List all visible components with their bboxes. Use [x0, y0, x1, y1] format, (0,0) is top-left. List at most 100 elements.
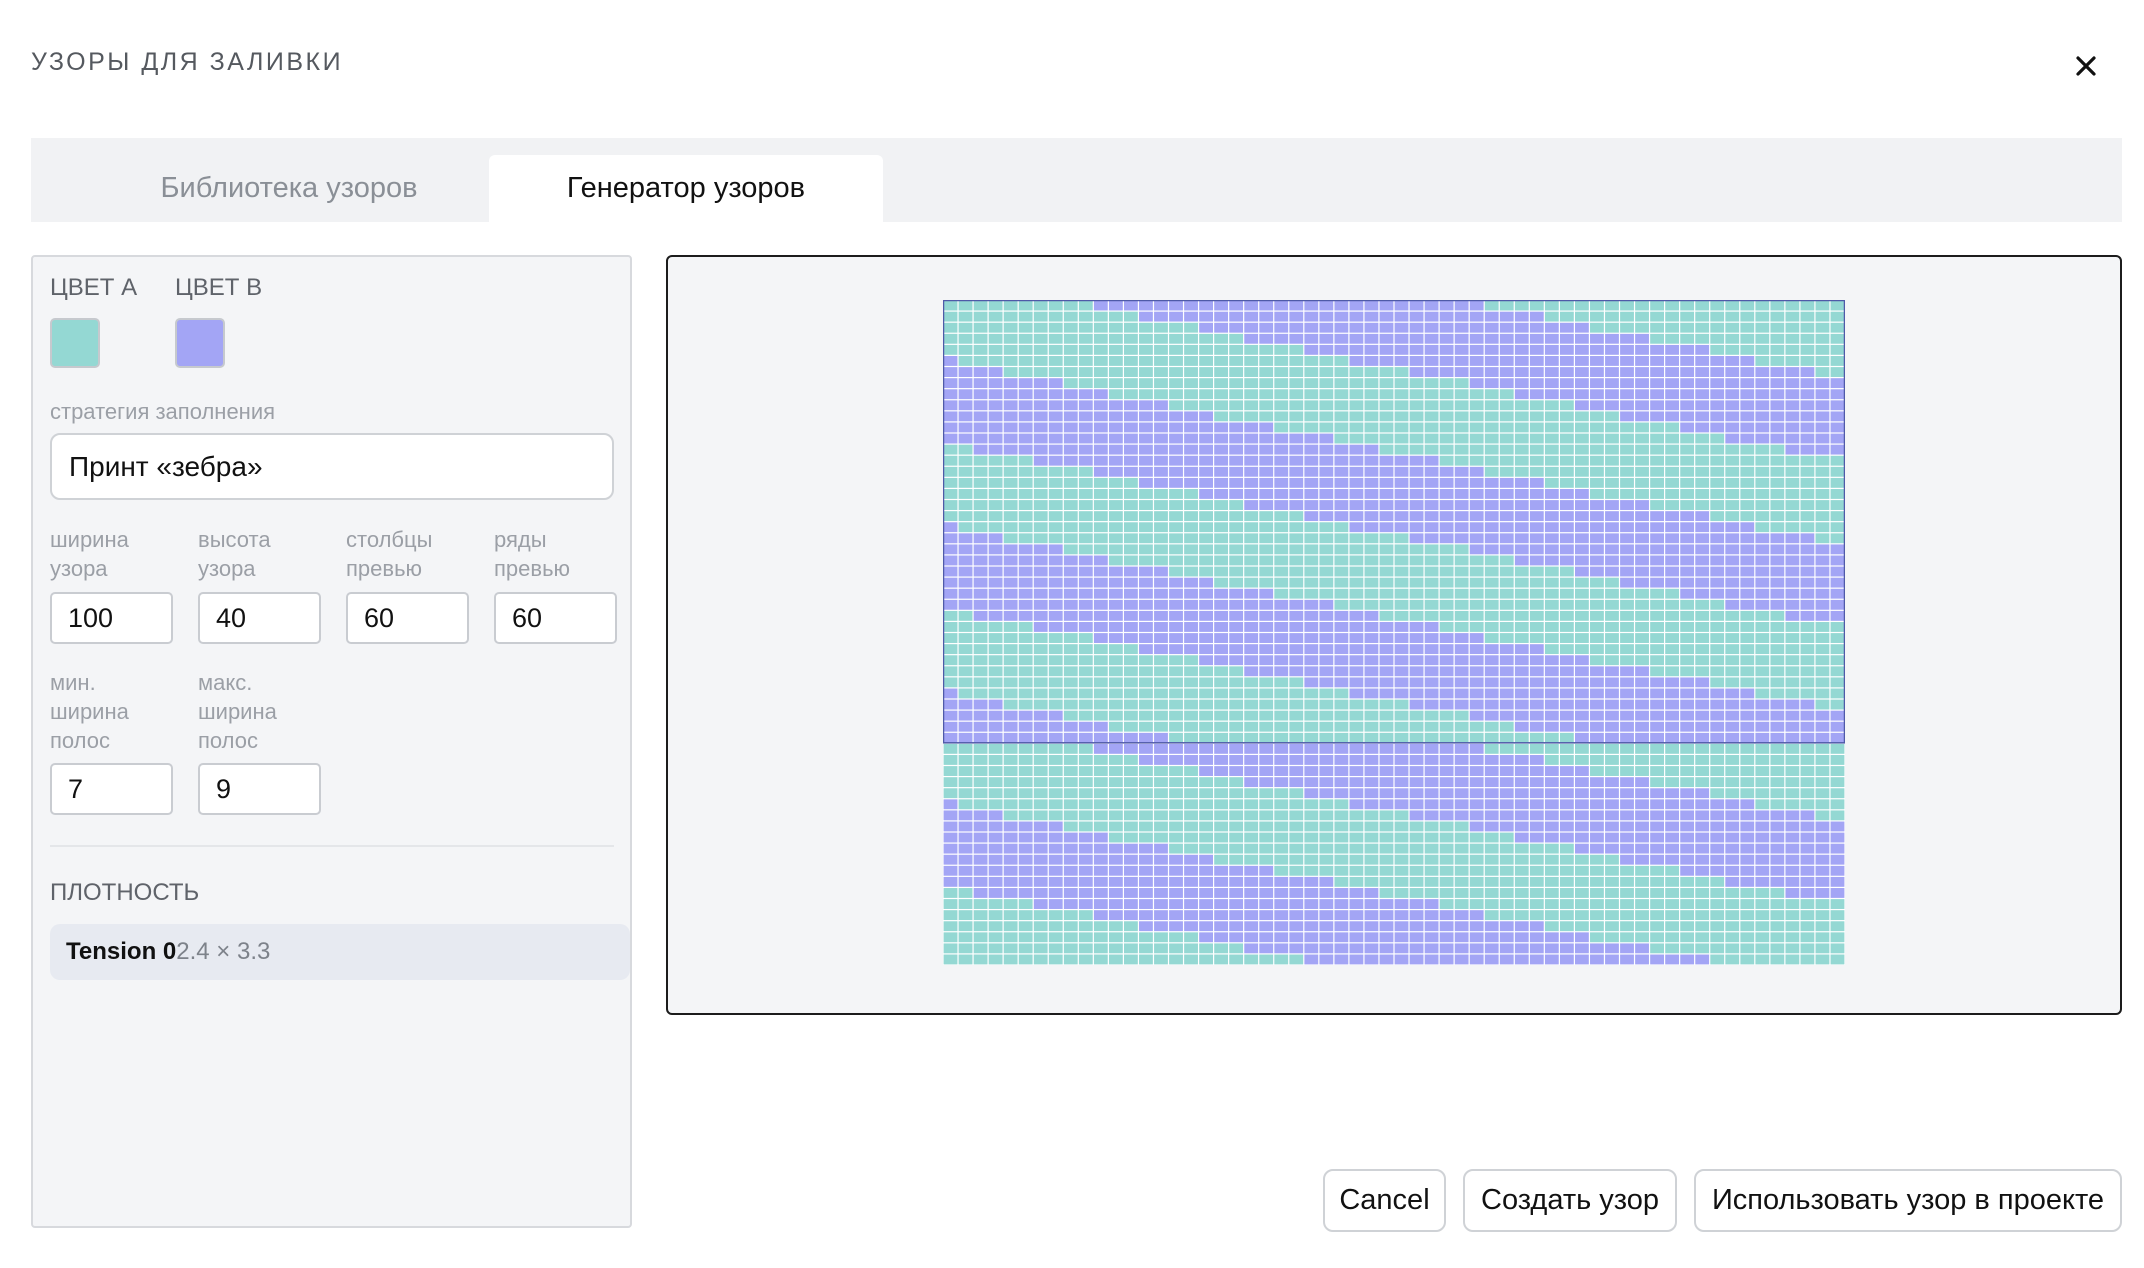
pattern-cell [1349, 356, 1364, 366]
pattern-cell [1364, 544, 1379, 555]
pattern-cell [1349, 810, 1364, 821]
pattern-cell [1154, 943, 1168, 954]
pattern-cell [1093, 444, 1108, 455]
pattern-cell [1048, 344, 1063, 355]
pattern-cell [1650, 777, 1664, 788]
pattern-cell [1650, 843, 1664, 854]
pattern-cell [1108, 788, 1123, 799]
create-pattern-button[interactable]: Создать узор [1463, 1169, 1677, 1232]
pattern-cell [1680, 699, 1695, 710]
pattern-cell [1830, 655, 1845, 666]
pattern-cell [1244, 511, 1259, 522]
pattern-cell [1199, 677, 1213, 688]
cancel-button[interactable]: Cancel [1323, 1169, 1446, 1232]
pattern-cell [1635, 389, 1649, 400]
pattern-cell [988, 500, 1003, 510]
pattern-cell [1124, 389, 1138, 400]
pattern-width-input[interactable]: 100 [50, 592, 173, 644]
pattern-cell [1590, 954, 1604, 965]
pattern-cell [1469, 455, 1484, 466]
pattern-cell [1349, 788, 1364, 799]
pattern-cell [1289, 533, 1304, 544]
pattern-cell [1785, 400, 1800, 411]
color-a-swatch[interactable] [50, 318, 100, 368]
pattern-cell [1635, 876, 1649, 887]
pattern-cell [1725, 721, 1740, 732]
pattern-cell [1108, 876, 1123, 887]
pattern-cell [1364, 688, 1379, 699]
preview-columns-input[interactable]: 60 [346, 592, 469, 644]
pattern-height-input[interactable]: 40 [198, 592, 321, 644]
use-pattern-in-project-button[interactable]: Использовать узор в проекте [1694, 1169, 2122, 1232]
pattern-cell [1199, 788, 1213, 799]
pattern-cell [1785, 888, 1800, 898]
preview-rows-input[interactable]: 60 [494, 592, 617, 644]
pattern-cell [1575, 899, 1589, 909]
pattern-cell [1409, 622, 1424, 632]
pattern-cell [1439, 865, 1454, 876]
pattern-cell [1274, 710, 1289, 721]
pattern-cell [1394, 699, 1409, 710]
pattern-cell [958, 633, 973, 643]
pattern-cell [1018, 677, 1033, 688]
pattern-cell [1815, 522, 1830, 533]
pattern-cell [1319, 755, 1334, 765]
pattern-cell [958, 921, 973, 932]
pattern-cell [1755, 378, 1770, 389]
pattern-cell [1379, 500, 1394, 510]
pattern-cell [1529, 743, 1544, 754]
pattern-cell [1454, 544, 1469, 555]
pattern-cell [1394, 433, 1409, 444]
pattern-cell [1093, 921, 1108, 932]
color-b-swatch[interactable] [175, 318, 225, 368]
pattern-cell [1590, 500, 1604, 510]
pattern-cell [1590, 932, 1604, 943]
min-stripe-width-input[interactable]: 7 [50, 763, 173, 815]
pattern-cell [1154, 865, 1168, 876]
pattern-cell [1514, 566, 1529, 577]
pattern-cell [1394, 799, 1409, 810]
pattern-cell [1740, 876, 1755, 887]
tab-pattern-library[interactable]: Библиотека узоров [67, 155, 511, 222]
pattern-cell [1154, 544, 1168, 555]
pattern-cell [1003, 466, 1018, 477]
pattern-cell [1785, 932, 1800, 943]
pattern-cell [1078, 954, 1093, 965]
pattern-cell [1304, 677, 1319, 688]
pattern-cell [1484, 511, 1499, 522]
pattern-cell [1499, 466, 1514, 477]
pattern-cell [1755, 477, 1770, 488]
pattern-cell [1800, 466, 1815, 477]
pattern-cell [1078, 932, 1093, 943]
pattern-cell [1605, 489, 1619, 499]
pattern-cell [1424, 865, 1439, 876]
tab-pattern-generator[interactable]: Генератор узоров [489, 155, 883, 222]
pattern-cell [1003, 489, 1018, 499]
close-icon[interactable] [2066, 46, 2106, 86]
pattern-cell [1093, 799, 1108, 810]
pattern-cell [1244, 455, 1259, 466]
pattern-cell [1394, 865, 1409, 876]
pattern-cell [1484, 577, 1499, 588]
pattern-cell [1063, 300, 1078, 311]
pattern-cell [1394, 832, 1409, 843]
fill-strategy-select[interactable]: Принт «зебра» [50, 433, 614, 500]
pattern-cell [1590, 455, 1604, 466]
pattern-cell [1018, 843, 1033, 854]
pattern-cell [1334, 422, 1349, 433]
pattern-cell [1529, 644, 1544, 655]
max-stripe-width-input[interactable]: 9 [198, 763, 321, 815]
pattern-cell [1003, 411, 1018, 422]
pattern-cell [1063, 777, 1078, 788]
pattern-cell [1439, 644, 1454, 655]
pattern-cell [1740, 910, 1755, 921]
pattern-cell [1785, 644, 1800, 655]
density-chip[interactable]: Tension 0 2.4 × 3.3 [50, 924, 630, 980]
pattern-cell [1289, 710, 1304, 721]
pattern-cell [1755, 533, 1770, 544]
pattern-cell [1244, 644, 1259, 655]
pattern-cell [1559, 699, 1574, 710]
pattern-cell [1605, 588, 1619, 599]
pattern-cell [958, 566, 973, 577]
pattern-cell [1349, 732, 1364, 743]
